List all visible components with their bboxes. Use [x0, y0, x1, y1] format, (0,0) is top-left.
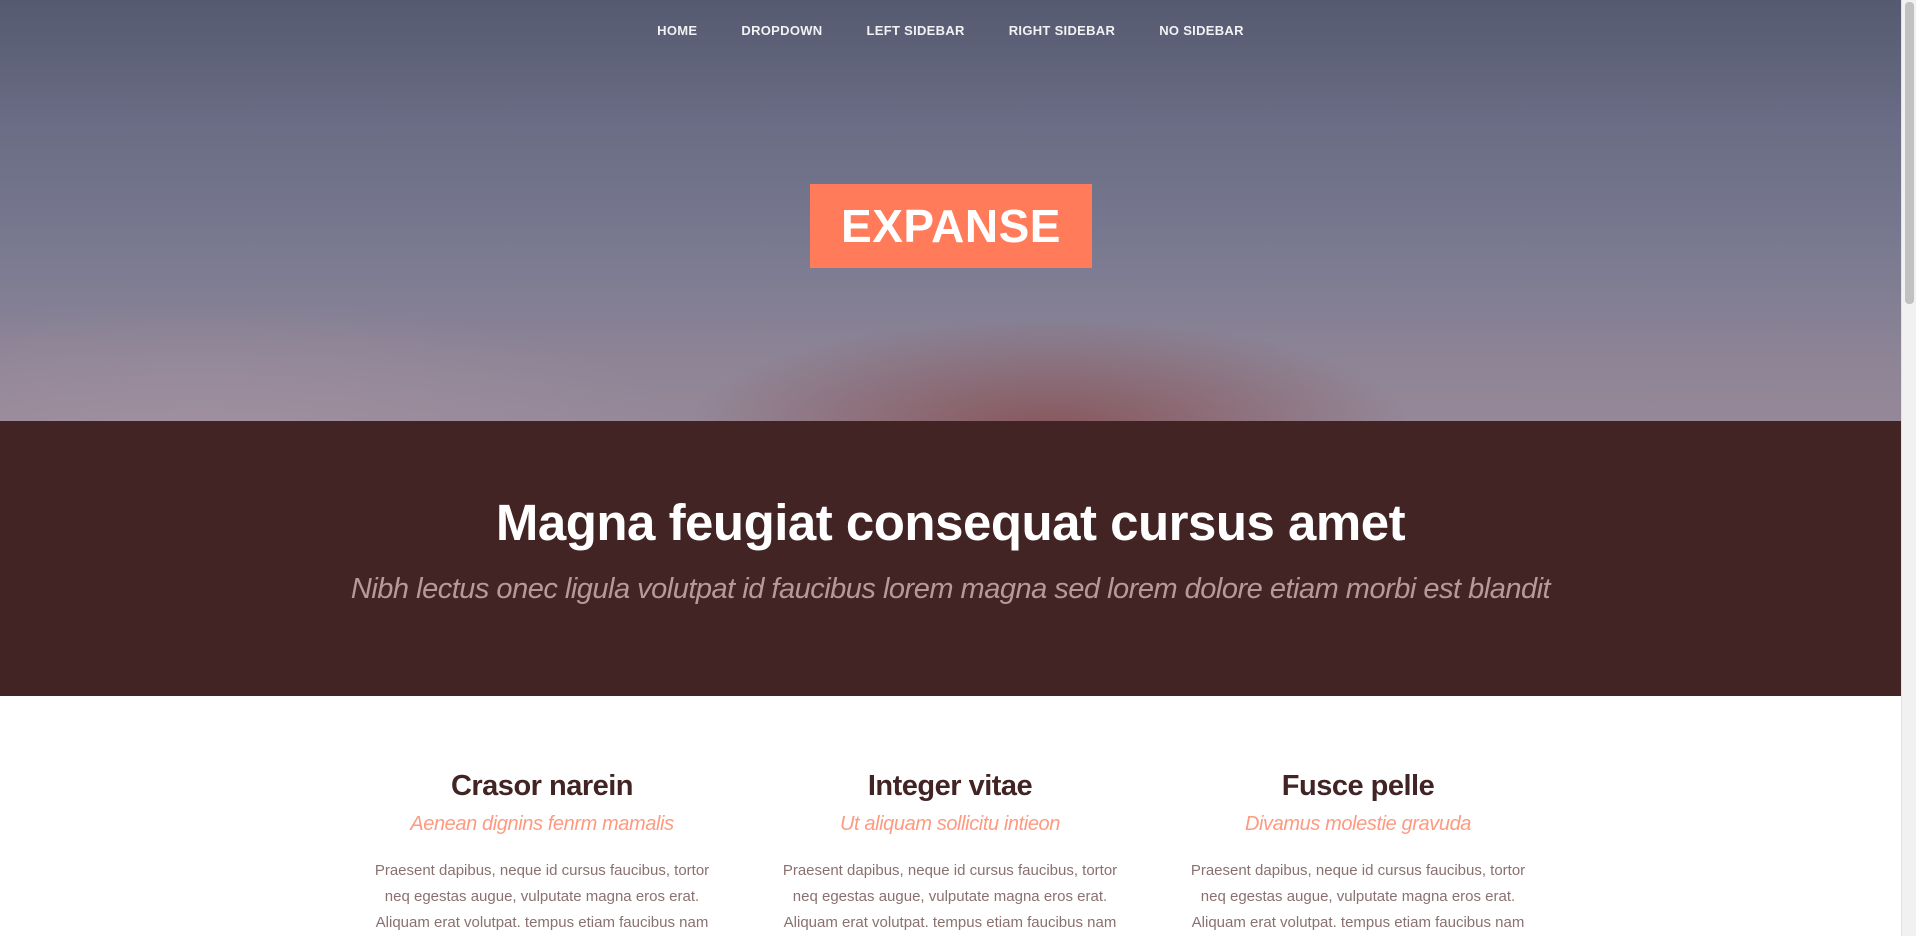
banner-section: Magna feugiat consequat cursus amet Nibh…: [0, 421, 1901, 696]
feature-body: Praesent dapibus, neque id cursus faucib…: [374, 862, 710, 931]
page: HOME DROPDOWN LEFT SIDEBAR RIGHT SIDEBAR…: [0, 0, 1916, 936]
nav-item-right-sidebar[interactable]: RIGHT SIDEBAR: [1009, 0, 1115, 62]
viewport: HOME DROPDOWN LEFT SIDEBAR RIGHT SIDEBAR…: [0, 0, 1901, 936]
features-section: Crasor narein Aenean dignins fenrm mamal…: [0, 696, 1901, 936]
banner-title: Magna feugiat consequat cursus amet: [495, 494, 1406, 551]
main-nav: HOME DROPDOWN LEFT SIDEBAR RIGHT SIDEBAR…: [0, 0, 1901, 62]
feature-subtitle: Aenean dignins fenrm mamalis: [410, 813, 674, 835]
banner-subtitle: Nibh lectus onec ligula volutpat id fauc…: [350, 573, 1551, 605]
feature-subtitle: Ut aliquam sollicitu intieon: [839, 813, 1061, 835]
feature-card: Integer vitae Ut aliquam sollicitu intie…: [770, 696, 1130, 936]
feature-body: Praesent dapibus, neque id cursus faucib…: [782, 862, 1118, 931]
site-logo-text: EXPANSE: [841, 200, 1061, 252]
feature-card: Crasor narein Aenean dignins fenrm mamal…: [362, 696, 722, 936]
site-logo[interactable]: EXPANSE: [810, 184, 1092, 268]
feature-body: Praesent dapibus, neque id cursus faucib…: [1190, 862, 1526, 931]
vertical-scrollbar[interactable]: [1901, 0, 1916, 936]
feature-title: Integer vitae: [867, 770, 1033, 802]
nav-item-dropdown[interactable]: DROPDOWN: [741, 0, 822, 62]
feature-title: Fusce pelle: [1281, 770, 1435, 802]
feature-card: Fusce pelle Divamus molestie gravuda Pra…: [1178, 696, 1538, 936]
hero-header: HOME DROPDOWN LEFT SIDEBAR RIGHT SIDEBAR…: [0, 0, 1901, 421]
scrollbar-thumb[interactable]: [1905, 2, 1914, 304]
feature-subtitle: Divamus molestie gravuda: [1244, 813, 1472, 835]
nav-item-home[interactable]: HOME: [657, 0, 697, 62]
nav-item-left-sidebar[interactable]: LEFT SIDEBAR: [867, 0, 965, 62]
feature-title: Crasor narein: [450, 770, 634, 802]
nav-item-no-sidebar[interactable]: NO SIDEBAR: [1159, 0, 1244, 62]
